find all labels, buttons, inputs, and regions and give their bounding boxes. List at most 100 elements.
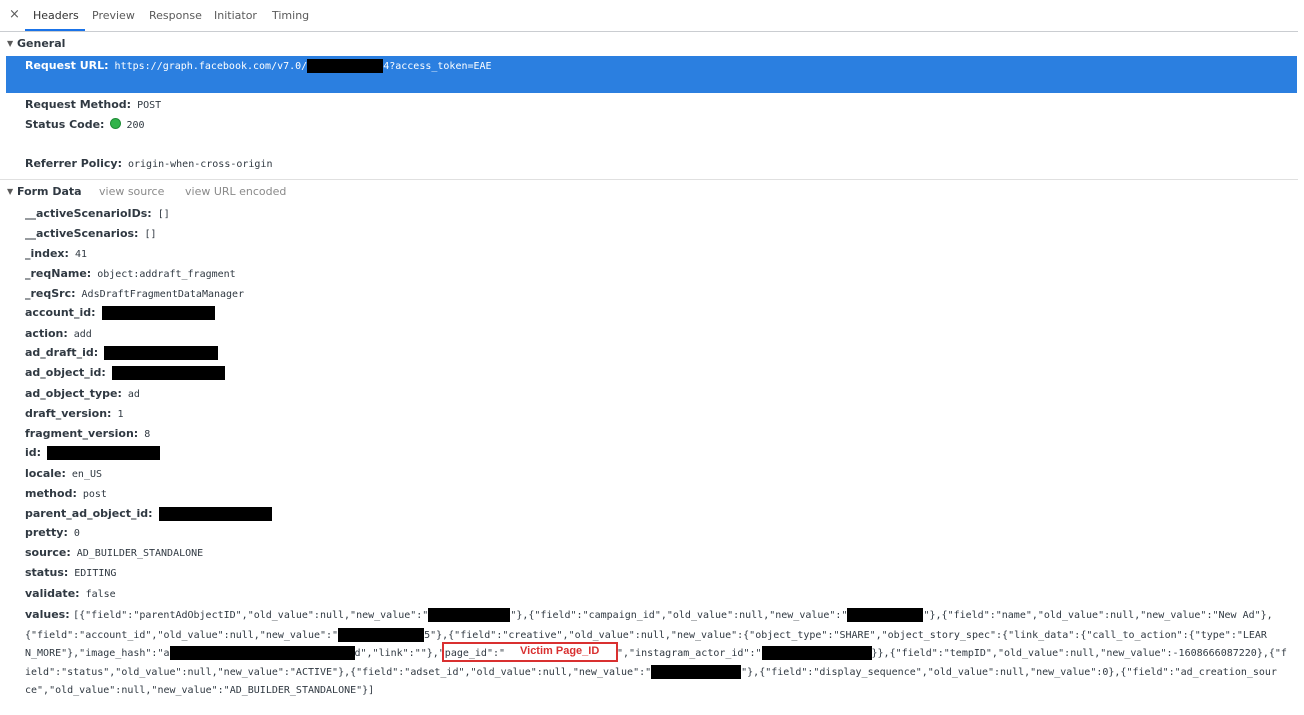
values-text: [{"field":"parentAdObjectID","old_value"… xyxy=(73,610,429,621)
field-key: status: xyxy=(25,566,69,579)
redacted-block xyxy=(307,59,384,73)
form-field-row: status: EDITING xyxy=(25,566,116,579)
field-key: fragment_version: xyxy=(25,427,139,440)
field-key: ad_object_id: xyxy=(25,366,106,379)
field-key: id: xyxy=(25,446,42,459)
redacted-block xyxy=(847,608,924,622)
form-field-row: ad_object_type: ad xyxy=(25,387,140,400)
redacted-block xyxy=(651,665,742,679)
status-ok-icon xyxy=(110,118,122,129)
values-label: values: xyxy=(25,608,70,621)
form-field-row: _reqSrc: AdsDraftFragmentDataManager xyxy=(25,287,244,300)
view-url-encoded-link[interactable]: view URL encoded xyxy=(185,185,286,198)
redacted-block xyxy=(338,628,425,642)
field-value: add xyxy=(73,329,92,340)
field-key: __activeScenarios: xyxy=(25,227,139,240)
referrer-policy-value: origin-when-cross-origin xyxy=(128,159,273,170)
values-text: "},{"field":"campaign_id","old_value":nu… xyxy=(510,610,848,621)
close-icon[interactable]: × xyxy=(9,7,20,22)
field-value: [] xyxy=(157,209,170,220)
values-line-3: N_MORE"},"image_hash":"a d","link":""},"p… xyxy=(25,646,1287,660)
expand-triangle-icon: ▼ xyxy=(7,39,14,48)
values-line-1: values: [{"field":"parentAdObjectID","ol… xyxy=(25,608,1273,622)
request-url-suffix: 4?access_token=EAE xyxy=(383,61,492,72)
devtools-tab-bar: × Headers Preview Response Initiator Tim… xyxy=(0,0,1298,32)
redacted-block xyxy=(428,608,511,622)
form-field-row: action: add xyxy=(25,327,92,340)
referrer-policy-label: Referrer Policy: xyxy=(25,157,122,170)
field-key: source: xyxy=(25,546,71,559)
values-text: ield":"status","old_value":null,"new_val… xyxy=(25,667,652,678)
field-key: ad_draft_id: xyxy=(25,346,99,359)
field-key: action: xyxy=(25,327,68,340)
form-field-row: account_id: xyxy=(25,306,215,320)
tab-initiator[interactable]: Initiator xyxy=(214,9,257,22)
request-method-label: Request Method: xyxy=(25,98,132,111)
field-key: parent_ad_object_id: xyxy=(25,507,153,520)
values-text: "},{"field":"name","old_value":null,"new… xyxy=(923,610,1273,621)
form-field-row: id: xyxy=(25,446,161,460)
field-value: ad xyxy=(127,389,140,400)
form-field-row: source: AD_BUILDER_STANDALONE xyxy=(25,546,203,559)
values-line-5: ce","old_value":null,"new_value":"AD_BUI… xyxy=(25,685,374,696)
request-url-label: Request URL: xyxy=(25,59,109,72)
form-field-row: locale: en_US xyxy=(25,467,102,480)
general-section-header[interactable]: ▼ General xyxy=(0,34,1298,56)
tab-response[interactable]: Response xyxy=(149,9,202,22)
field-key: method: xyxy=(25,487,77,500)
field-value: [] xyxy=(144,229,157,240)
expand-triangle-icon: ▼ xyxy=(7,187,14,196)
form-field-row: __activeScenarioIDs: [] xyxy=(25,207,170,220)
field-value: object:addraft_fragment xyxy=(97,269,236,280)
redacted-block xyxy=(111,366,225,380)
form-field-row: _reqName: object:addraft_fragment xyxy=(25,267,236,280)
request-method-value: POST xyxy=(137,100,162,111)
field-key: _reqSrc: xyxy=(25,287,76,300)
field-key: locale: xyxy=(25,467,66,480)
tab-timing[interactable]: Timing xyxy=(272,9,309,22)
values-text: 5"},{"field":"creative","old_value":null… xyxy=(424,630,1267,641)
values-line-2: {"field":"account_id","old_value":null,"… xyxy=(25,628,1267,642)
tab-headers[interactable]: Headers xyxy=(33,9,79,22)
redacted-block xyxy=(761,646,872,660)
field-key: _index: xyxy=(25,247,69,260)
form-field-row: parent_ad_object_id: xyxy=(25,507,272,521)
referrer-policy-row: Referrer Policy: origin-when-cross-origin xyxy=(25,157,273,170)
field-value: AdsDraftFragmentDataManager xyxy=(81,289,245,300)
general-section-title: General xyxy=(17,37,66,50)
values-text: "},{"field":"display_sequence","old_valu… xyxy=(741,667,1277,678)
field-value: AD_BUILDER_STANDALONE xyxy=(76,548,204,559)
field-value: 8 xyxy=(144,429,151,440)
form-data-section-title: Form Data xyxy=(17,185,82,198)
form-data-section-header[interactable]: ▼ Form Data view source view URL encoded xyxy=(0,182,1298,204)
field-key: account_id: xyxy=(25,306,96,319)
status-code-label: Status Code: xyxy=(25,118,105,131)
field-key: _reqName: xyxy=(25,267,92,280)
form-field-row: method: post xyxy=(25,487,107,500)
tab-preview[interactable]: Preview xyxy=(92,9,135,22)
values-text: {"field":"account_id","old_value":null,"… xyxy=(25,630,339,641)
request-url-line: Request URL: https://graph.facebook.com/v… xyxy=(25,59,492,73)
form-field-row: fragment_version: 8 xyxy=(25,427,150,440)
active-tab-indicator xyxy=(25,29,85,31)
field-value: post xyxy=(82,489,107,500)
form-field-row: ad_draft_id: xyxy=(25,346,219,360)
field-value: 0 xyxy=(73,528,80,539)
status-code-row: Status Code: 200 xyxy=(25,118,145,131)
values-text: ce","old_value":null,"new_value":"AD_BUI… xyxy=(25,685,375,696)
values-text: }},{"field":"tempID","old_value":null,"n… xyxy=(871,648,1287,659)
form-field-row: ad_object_id: xyxy=(25,366,225,380)
form-field-row: validate: false xyxy=(25,587,116,600)
redacted-block xyxy=(158,507,272,521)
redacted-block xyxy=(104,346,219,360)
request-url-row[interactable]: Request URL: https://graph.facebook.com/v… xyxy=(6,56,1297,93)
view-source-link[interactable]: view source xyxy=(99,185,164,198)
form-field-row: _index: 41 xyxy=(25,247,87,260)
field-key: draft_version: xyxy=(25,407,112,420)
form-field-row: draft_version: 1 xyxy=(25,407,123,420)
values-text: ","instagram_actor_id":" xyxy=(617,648,762,659)
values-text: N_MORE"},"image_hash":"a xyxy=(25,648,170,659)
values-line-4: ield":"status","old_value":null,"new_val… xyxy=(25,665,1277,679)
request-url-prefix: https://graph.facebook.com/v7.0/ xyxy=(114,61,308,72)
field-value: 1 xyxy=(117,409,124,420)
